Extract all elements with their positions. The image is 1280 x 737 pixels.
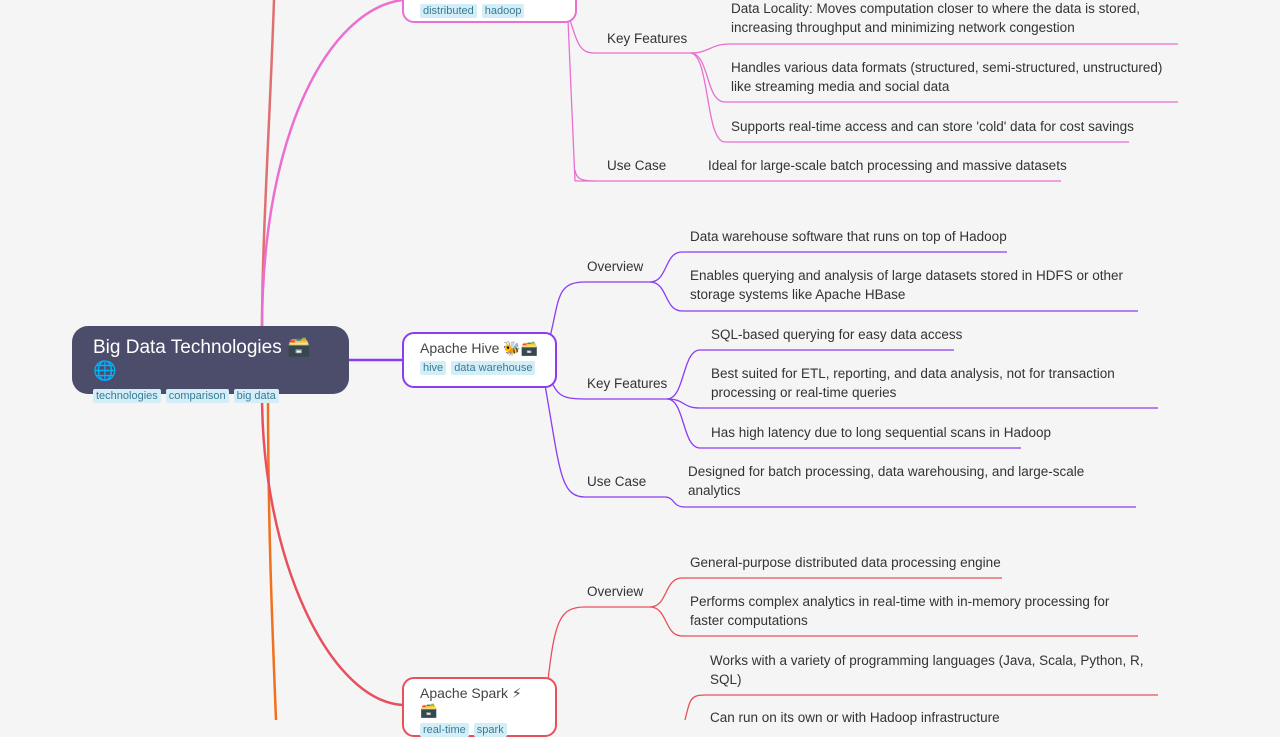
hive-feature[interactable]: Has high latency due to long sequential … <box>711 423 1051 442</box>
spark-overview-item[interactable]: Performs complex analytics in real-time … <box>690 592 1109 630</box>
hive-key-features-label[interactable]: Key Features <box>587 374 667 393</box>
hive-overview-label[interactable]: Overview <box>587 257 643 276</box>
hive-node[interactable]: Apache Hive 🐝🗃️ hive data warehouse <box>402 332 557 388</box>
hadoop-feature[interactable]: Data Locality: Moves computation closer … <box>731 0 1140 37</box>
hadoop-node[interactable]: distributed hadoop <box>402 0 577 23</box>
tag: comparison <box>165 389 229 403</box>
spark-feature[interactable]: Works with a variety of programming lang… <box>710 651 1143 689</box>
hive-title: Apache Hive 🐝🗃️ <box>420 340 539 356</box>
hive-overview-item[interactable]: Data warehouse software that runs on top… <box>690 227 1007 246</box>
tag: hive <box>420 361 447 375</box>
spark-overview-item[interactable]: General-purpose distributed data process… <box>690 553 1001 572</box>
tag: technologies <box>93 389 161 403</box>
hadoop-use-case-label[interactable]: Use Case <box>607 156 666 175</box>
hive-overview-item[interactable]: Enables querying and analysis of large d… <box>690 266 1123 304</box>
root-title: Big Data Technologies 🗃️🌐 <box>93 337 311 382</box>
hadoop-use-case[interactable]: Ideal for large-scale batch processing a… <box>708 156 1067 175</box>
tag: hadoop <box>481 4 525 18</box>
spark-overview-label[interactable]: Overview <box>587 582 643 601</box>
tag: data warehouse <box>451 361 536 375</box>
hive-feature[interactable]: Best suited for ETL, reporting, and data… <box>711 364 1115 402</box>
hive-feature[interactable]: SQL-based querying for easy data access <box>711 325 962 344</box>
hive-use-case[interactable]: Designed for batch processing, data ware… <box>688 462 1084 500</box>
tag: spark <box>473 723 507 737</box>
hadoop-feature[interactable]: Handles various data formats (structured… <box>731 58 1162 96</box>
spark-node[interactable]: Apache Spark ⚡🗃️ real-time spark <box>402 677 557 737</box>
tag: real-time <box>420 723 469 737</box>
root-node[interactable]: Big Data Technologies 🗃️🌐 technologies c… <box>72 326 349 403</box>
tag: distributed <box>420 4 477 18</box>
spark-feature[interactable]: Can run on its own or with Hadoop infras… <box>710 708 1000 727</box>
spark-title: Apache Spark ⚡🗃️ <box>420 685 522 718</box>
hadoop-key-features-label[interactable]: Key Features <box>607 29 687 48</box>
tag: big data <box>233 389 279 403</box>
hive-use-case-label[interactable]: Use Case <box>587 472 646 491</box>
hadoop-feature[interactable]: Supports real-time access and can store … <box>731 117 1134 136</box>
